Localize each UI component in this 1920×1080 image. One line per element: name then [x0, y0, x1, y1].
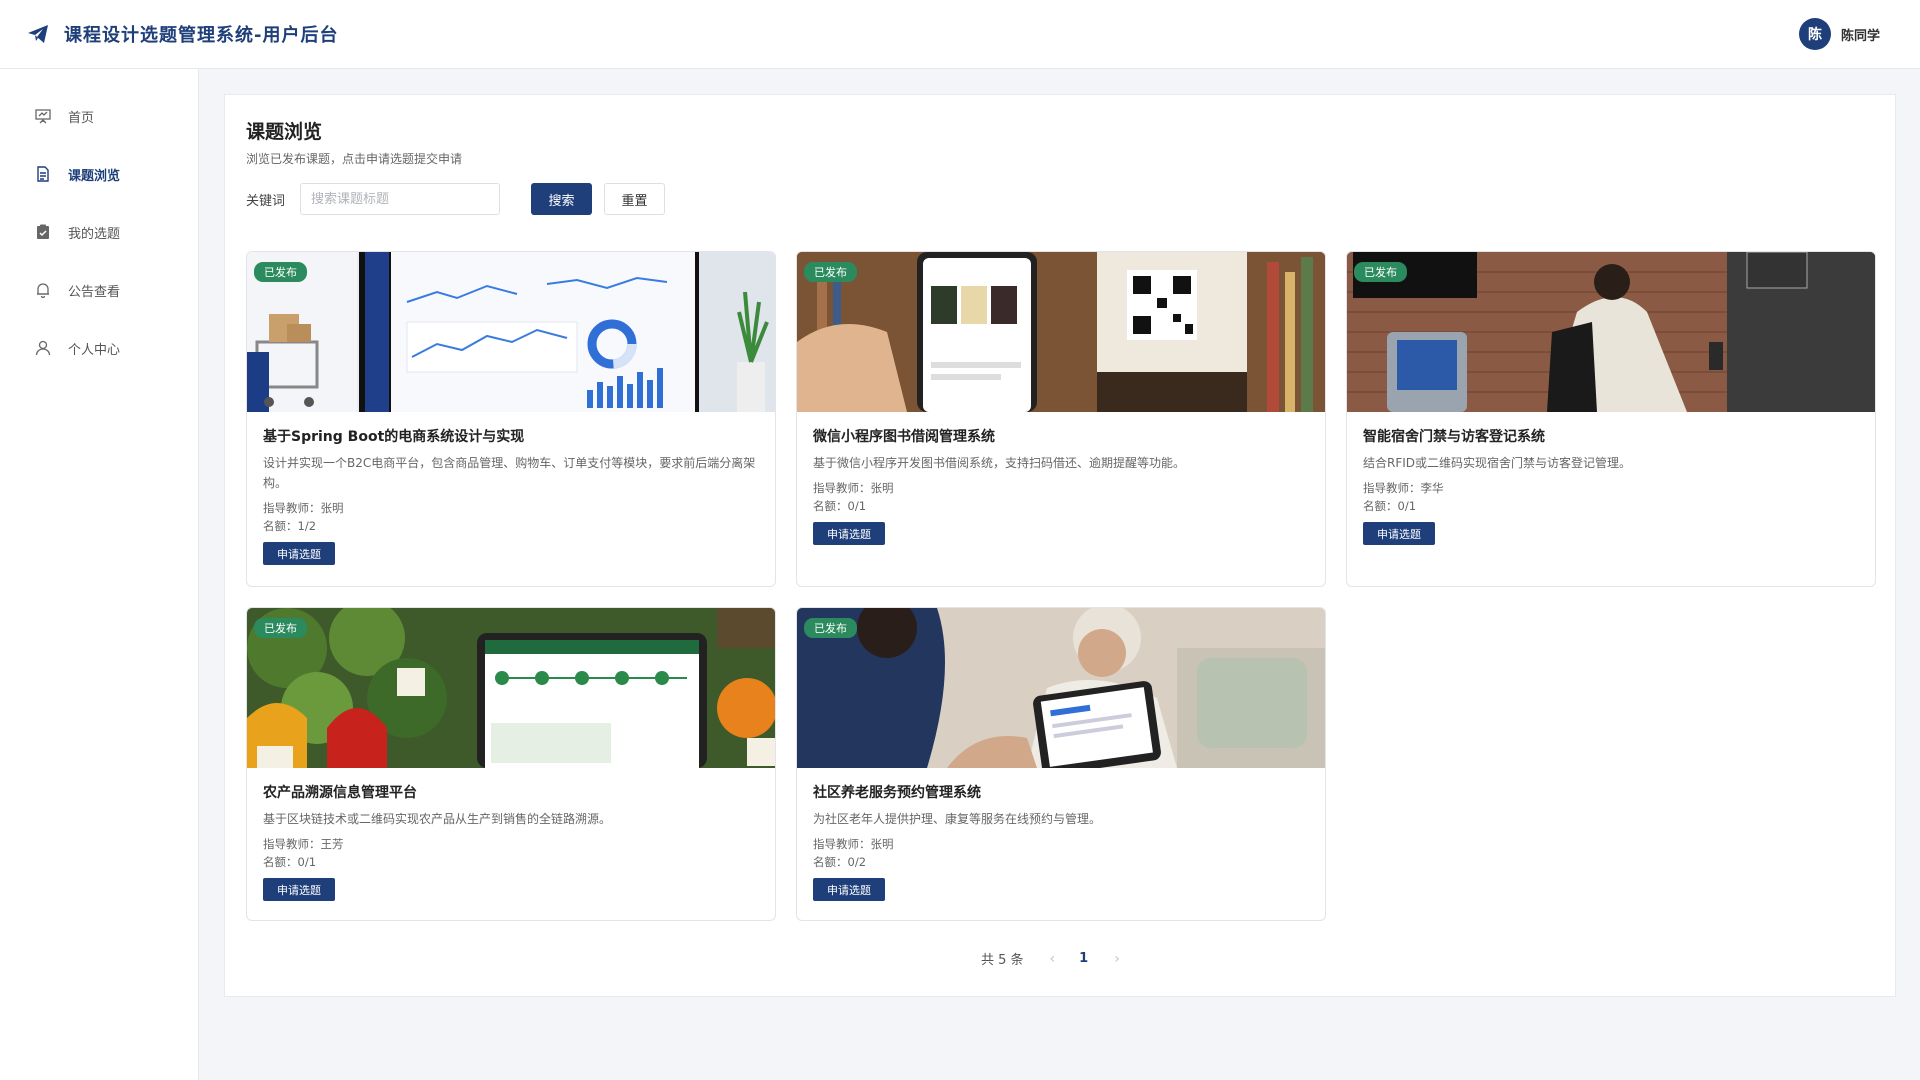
user-menu[interactable]: 陈 陈同学	[1798, 18, 1880, 50]
topic-thumbnail: 已发布	[797, 252, 1325, 412]
topic-card: 已发布 微信小程序图书借阅管理系统 基于微信小程序开发图书借阅系统，支持扫码借还…	[796, 251, 1326, 587]
topic-quota: 名额：0/1	[263, 855, 317, 869]
topic-teacher: 指导教师：张明	[813, 481, 894, 495]
status-badge: 已发布	[1354, 262, 1407, 282]
avatar[interactable]: 陈	[1798, 18, 1831, 50]
topic-thumbnail: 已发布	[797, 608, 1325, 768]
page-title: 课题浏览	[246, 121, 323, 143]
topic-card: 已发布 农产品溯源信息管理平台 基于区块链技术或二维码实现农产品从生产到销售的全…	[246, 607, 776, 921]
topic-teacher: 指导教师：张明	[263, 501, 344, 515]
search-bar: 关键词 搜索 重置	[246, 182, 1874, 216]
topic-quota: 名额：0/1	[1363, 499, 1417, 513]
topic-quota: 名额：0/1	[813, 499, 867, 513]
topic-card: 已发布 基于Spring Boot的电商系统设计与实现 设计并实现一个B2C电商…	[246, 251, 776, 587]
main-panel: 课题浏览 浏览已发布课题，点击申请选题提交申请 关键词 搜索 重置	[224, 94, 1896, 997]
topic-title: 微信小程序图书借阅管理系统	[813, 429, 995, 445]
paper-plane-icon	[26, 22, 50, 46]
sidebar-item-label: 首页	[68, 110, 95, 126]
total-count: 共 5 条	[981, 953, 1024, 968]
elderly-care-image	[797, 608, 1325, 768]
topic-quota: 名额：1/2	[263, 519, 317, 533]
pagination: 共 5 条 ‹ 1 ›	[981, 949, 1120, 969]
status-badge: 已发布	[254, 262, 307, 282]
sidebar-item-topics[interactable]: 课题浏览	[0, 145, 198, 203]
topic-title: 智能宿舍门禁与访客登记系统	[1363, 429, 1545, 445]
topic-quota: 名额：0/2	[813, 855, 867, 869]
dorm-access-image	[1347, 252, 1875, 412]
document-icon	[34, 165, 52, 183]
topic-teacher: 指导教师：王芳	[263, 837, 344, 851]
apply-topic-button[interactable]: 申请选题	[813, 878, 885, 901]
sidebar-item-home[interactable]: 首页	[0, 87, 198, 145]
topic-title: 农产品溯源信息管理平台	[263, 785, 417, 801]
topic-description: 结合RFID或二维码实现宿舍门禁与访客登记管理。	[1363, 456, 1632, 470]
reset-button[interactable]: 重置	[604, 183, 665, 215]
sidebar-item-profile[interactable]: 个人中心	[0, 319, 198, 377]
produce-traceability-image	[247, 608, 775, 768]
bell-icon	[34, 281, 52, 299]
status-badge: 已发布	[804, 618, 857, 638]
sidebar-item-label: 个人中心	[68, 342, 121, 358]
apply-topic-button[interactable]: 申请选题	[263, 878, 335, 901]
topic-title: 社区养老服务预约管理系统	[813, 785, 981, 801]
topic-card: 已发布 智能宿舍门禁与访客登记系统 结合RFID或二维码实现宿舍门禁与访客登记管…	[1346, 251, 1876, 587]
library-miniprogram-image	[797, 252, 1325, 412]
user-icon	[34, 339, 52, 357]
top-bar: 课程设计选题管理系统-用户后台 陈 陈同学	[0, 0, 1920, 69]
app-title: 课程设计选题管理系统-用户后台	[64, 25, 339, 46]
topic-card: 已发布 社区养老服务预约管理系统 为社区老年人提供护理、康复等服务在线预约与管理…	[796, 607, 1326, 921]
next-page-icon[interactable]: ›	[1114, 951, 1120, 967]
topic-description: 为社区老年人提供护理、康复等服务在线预约与管理。	[813, 812, 1102, 826]
topic-teacher: 指导教师：李华	[1363, 481, 1444, 495]
sidebar: 首页 课题浏览 我的选题 公告查看 个人中心	[0, 69, 199, 1080]
search-input[interactable]	[300, 183, 500, 215]
topic-teacher: 指导教师：张明	[813, 837, 894, 851]
topic-thumbnail: 已发布	[247, 608, 775, 768]
topic-title: 基于Spring Boot的电商系统设计与实现	[263, 429, 525, 445]
sidebar-item-my-topics[interactable]: 我的选题	[0, 203, 198, 261]
topic-thumbnail: 已发布	[247, 252, 775, 412]
ecommerce-dashboard-image	[247, 252, 775, 412]
user-name[interactable]: 陈同学	[1841, 25, 1880, 44]
sidebar-item-label: 我的选题	[68, 226, 121, 242]
page-subtitle: 浏览已发布课题，点击申请选题提交申请	[246, 152, 463, 166]
search-button[interactable]: 搜索	[531, 183, 592, 215]
keyword-label: 关键词	[246, 193, 286, 209]
topic-description: 设计并实现一个B2C电商平台，包含商品管理、购物车、订单支付等模块，要求前后端分…	[263, 456, 756, 490]
sidebar-item-label: 课题浏览	[68, 168, 121, 184]
clipboard-check-icon	[34, 223, 52, 241]
topic-thumbnail: 已发布	[1347, 252, 1875, 412]
status-badge: 已发布	[254, 618, 307, 638]
prev-page-icon[interactable]: ‹	[1050, 951, 1056, 967]
topic-description: 基于区块链技术或二维码实现农产品从生产到销售的全链路溯源。	[263, 812, 612, 826]
status-badge: 已发布	[804, 262, 857, 282]
apply-topic-button[interactable]: 申请选题	[263, 542, 335, 565]
topic-description: 基于微信小程序开发图书借阅系统，支持扫码借还、逾期提醒等功能。	[813, 456, 1186, 470]
apply-topic-button[interactable]: 申请选题	[1363, 522, 1435, 545]
presentation-icon	[34, 107, 52, 125]
page-number[interactable]: 1	[1079, 951, 1088, 966]
sidebar-item-announcements[interactable]: 公告查看	[0, 261, 198, 319]
apply-topic-button[interactable]: 申请选题	[813, 522, 885, 545]
sidebar-item-label: 公告查看	[68, 284, 121, 300]
